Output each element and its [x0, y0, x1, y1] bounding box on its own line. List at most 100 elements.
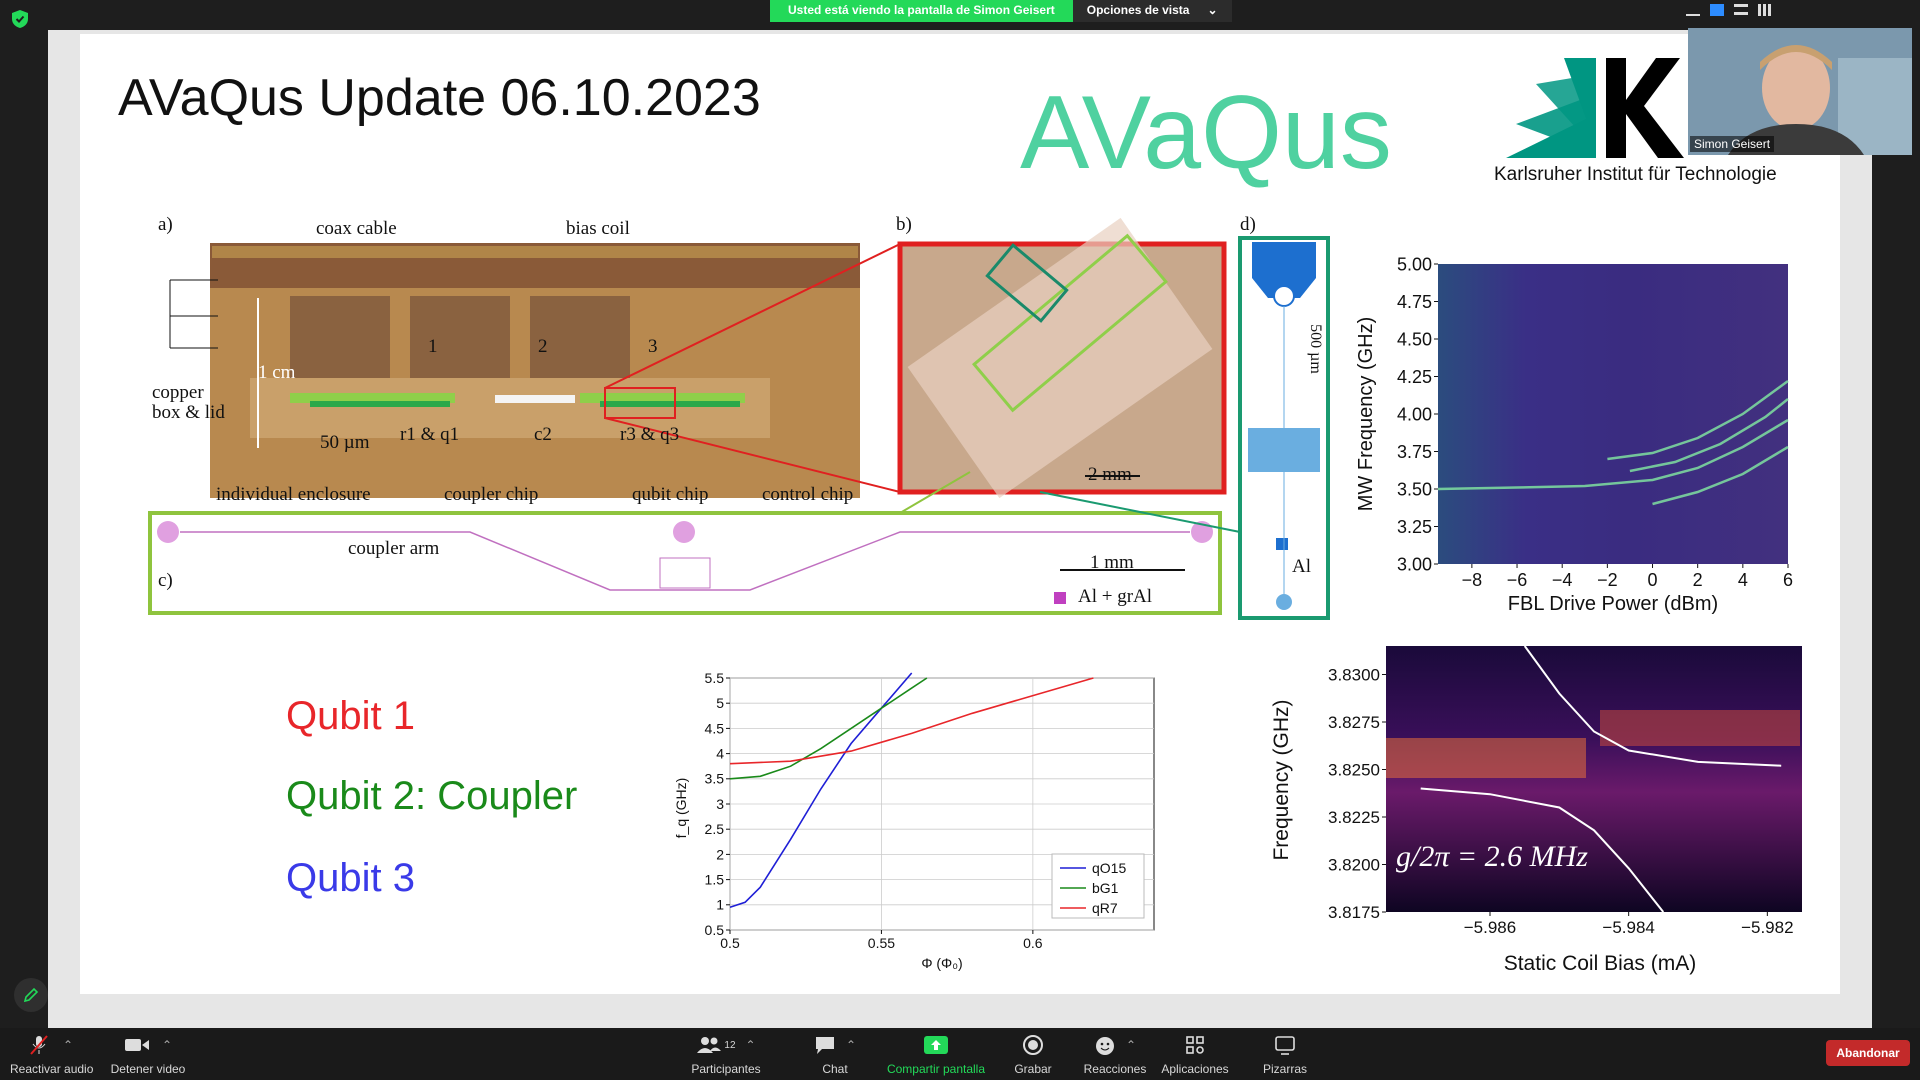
- pencil-icon: [23, 987, 39, 1003]
- y-tick-label: 3.8275: [1328, 713, 1380, 732]
- y-tick-label: 3: [716, 796, 724, 812]
- chevron-down-icon: ⌄: [1207, 3, 1218, 17]
- participants-button[interactable]: 12 ⌃ Participantes: [686, 1034, 766, 1076]
- y-tick-label: 3.8225: [1328, 808, 1380, 827]
- c2-label: c2: [534, 424, 552, 445]
- chat-label: Chat: [822, 1062, 848, 1076]
- record-label: Grabar: [1014, 1062, 1052, 1076]
- reaction-smiley-icon: [1095, 1037, 1114, 1055]
- unmute-button[interactable]: ⌃ Reactivar audio: [10, 1034, 94, 1076]
- reactions-options-chevron[interactable]: ⌃: [1126, 1038, 1136, 1052]
- device-figure: [148, 217, 1330, 620]
- view-options-button[interactable]: Opciones de vista ⌄: [1072, 0, 1232, 22]
- panel-a-label: a): [158, 214, 173, 235]
- y-tick-label: 1: [716, 897, 724, 913]
- crossing-chart-xlabel: Static Coil Bias (mA): [1504, 952, 1697, 975]
- scale-500um-label: 500 µm: [1306, 324, 1324, 374]
- record-icon: [1023, 1035, 1043, 1055]
- share-screen-button[interactable]: Compartir pantalla: [884, 1034, 988, 1076]
- y-tick-label: 3.50: [1397, 479, 1432, 499]
- x-tick-label: 0: [1648, 570, 1658, 590]
- kit-name: Karlsruher Institut für Technologie: [1494, 164, 1777, 185]
- gallery-view-icon[interactable]: [1758, 4, 1772, 16]
- participants-label: Participantes: [691, 1062, 761, 1076]
- microphone-muted-icon: [30, 1035, 48, 1055]
- chat-button[interactable]: ⌃ Chat: [810, 1034, 860, 1076]
- one-cm-label: 1 cm: [258, 362, 296, 383]
- panel-c-label: c): [158, 570, 173, 591]
- x-tick-label: −8: [1462, 570, 1483, 590]
- share-screen-icon: [924, 1036, 948, 1054]
- slide-title: AVaQus Update 06.10.2023: [118, 69, 761, 127]
- qubit-1-label: Qubit 1: [286, 694, 415, 738]
- y-tick-label: 3.75: [1397, 442, 1432, 462]
- chat-options-chevron[interactable]: ⌃: [846, 1038, 856, 1052]
- y-tick-label: 4.75: [1397, 292, 1432, 312]
- r1q1-label: r1 & q1: [400, 424, 460, 445]
- x-tick-label: 6: [1783, 570, 1793, 590]
- stack-view-icon[interactable]: [1734, 4, 1748, 15]
- coupler-chip-label: coupler chip: [444, 484, 539, 505]
- reactions-button[interactable]: ⌃ Reacciones: [1080, 1034, 1150, 1076]
- unmute-label: Reactivar audio: [10, 1062, 94, 1076]
- r3q3-label: r3 & q3: [620, 424, 680, 445]
- kit-logo: [1506, 58, 1684, 158]
- leave-button[interactable]: Abandonar: [1826, 1040, 1910, 1066]
- participant-name: Simon Geisert: [1690, 136, 1775, 152]
- legend-label-bG1: bG1: [1092, 880, 1119, 896]
- individual-enclosure-label: individual enclosure: [216, 484, 371, 505]
- y-tick-label: 4.00: [1397, 404, 1432, 424]
- x-tick-label: 0.5: [720, 935, 740, 951]
- video-camera-icon: [124, 1039, 149, 1051]
- reactions-label: Reacciones: [1083, 1062, 1147, 1076]
- avoided-crossing-chart: 3.8175 3.8200 3.8225 3.8250 3.8275 3.8300 −5.…: [1270, 645, 1802, 975]
- coupler-chip: [495, 395, 575, 403]
- copper-label-line2: box & lid: [152, 402, 225, 423]
- avaqus-logo-text: AVaQus: [1020, 80, 1392, 190]
- audio-options-chevron[interactable]: ⌃: [63, 1038, 73, 1052]
- speaker-view-icon[interactable]: [1710, 4, 1724, 16]
- port-2-label: 2: [538, 336, 548, 357]
- annotate-button[interactable]: [14, 978, 48, 1012]
- y-tick-label: 2: [716, 846, 724, 862]
- share-screen-label: Compartir pantalla: [886, 1062, 986, 1076]
- view-options-label: Opciones de vista: [1086, 3, 1190, 17]
- screen-share-banner: Usted está viendo la pantalla de Simon G…: [770, 0, 1232, 22]
- x-tick-label: −5.982: [1741, 918, 1793, 937]
- y-tick-label: 3.8175: [1328, 903, 1380, 922]
- bias-coil-label: bias coil: [566, 218, 630, 239]
- apps-icon: [1186, 1036, 1204, 1054]
- x-tick-label: −5.986: [1464, 918, 1516, 937]
- x-tick-label: 2: [1693, 570, 1703, 590]
- y-tick-label: 4.25: [1397, 367, 1432, 387]
- whiteboards-button[interactable]: Pizarras: [1260, 1034, 1310, 1076]
- control-chip-label: control chip: [762, 484, 854, 505]
- y-tick-label: 3.8250: [1328, 760, 1380, 779]
- fbl-power-chart: 3.00 3.25 3.50 3.75 4.00 4.25 4.50 4.75 5.00 −8 −…: [1355, 254, 1793, 615]
- apps-button[interactable]: Aplicaciones: [1160, 1034, 1230, 1076]
- window-controls: [1686, 4, 1772, 16]
- participants-options-chevron[interactable]: ⌃: [746, 1038, 756, 1052]
- record-button[interactable]: Grabar: [1008, 1034, 1058, 1076]
- y-tick-label: 5: [716, 695, 724, 711]
- fifty-um-label: 50 µm: [320, 432, 370, 453]
- fq-flux-chart: 0.511.522.533.544.555.5 0.5 0.55 0.6 qO15b…: [673, 670, 1155, 971]
- coupler-arm-label: coupler arm: [348, 538, 440, 559]
- minimize-icon[interactable]: [1686, 8, 1700, 16]
- coax-cable-label: coax cable: [316, 218, 397, 239]
- security-shield-icon[interactable]: [12, 10, 28, 28]
- panel-b-label: b): [896, 214, 912, 235]
- x-tick-label: −6: [1507, 570, 1528, 590]
- al-gral-label: Al + grAl: [1078, 586, 1153, 607]
- y-tick-label: 2.5: [705, 821, 725, 837]
- y-tick-label: 4.5: [705, 720, 725, 736]
- apps-label: Aplicaciones: [1161, 1062, 1229, 1076]
- coupling-annotation: g/2π = 2.6 MHz: [1396, 840, 1588, 873]
- participant-count: 12: [724, 1039, 736, 1051]
- port-3-label: 3: [648, 336, 658, 357]
- video-options-chevron[interactable]: ⌃: [162, 1038, 172, 1052]
- stop-video-button[interactable]: ⌃ Detener video: [108, 1034, 188, 1076]
- scale-2mm-label: 2 mm: [1088, 464, 1132, 485]
- whiteboards-label: Pizarras: [1262, 1062, 1307, 1076]
- fq-chart-ylabel: f_q (GHz): [673, 778, 689, 839]
